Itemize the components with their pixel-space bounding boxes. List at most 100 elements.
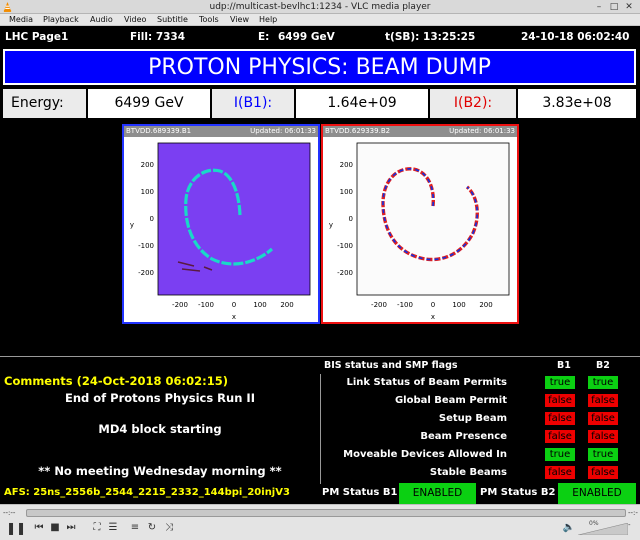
b2-xtick-neg200: -200 bbox=[371, 301, 387, 309]
b1-ytick-200: 200 bbox=[141, 161, 154, 169]
b1-ytick-neg200: -200 bbox=[138, 269, 154, 277]
b2-xtick-100: 100 bbox=[452, 301, 465, 309]
bis-flag-b1: false bbox=[545, 394, 575, 407]
playlist-icon[interactable]: ≡ bbox=[128, 521, 142, 535]
b2-ytick-neg100: -100 bbox=[337, 242, 353, 250]
shuffle-icon[interactable]: ⤨ bbox=[162, 521, 176, 535]
energy-header-value: 6499 GeV bbox=[278, 31, 335, 43]
extended-settings-icon[interactable]: ☰ bbox=[106, 521, 120, 535]
current-datetime: 24-10-18 06:02:40 bbox=[521, 31, 630, 43]
time-since-stable-beams: t(SB): 13:25:25 bbox=[385, 31, 476, 43]
b1-dump-screen-plot: BTVDD.689339.B1 Updated: 06:01:33 200 10… bbox=[122, 124, 320, 324]
maximize-icon[interactable]: □ bbox=[609, 2, 619, 12]
comment-line: MD4 block starting bbox=[98, 422, 222, 436]
b2-xtick-0: 0 bbox=[431, 301, 435, 309]
b2-plot-updated: Updated: 06:01:33 bbox=[449, 127, 515, 135]
bis-row-label: Setup Beam bbox=[438, 413, 507, 424]
fullscreen-icon[interactable]: ⛶ bbox=[90, 521, 104, 535]
menu-media[interactable]: Media bbox=[9, 14, 33, 26]
beam-mode-text: PROTON PHYSICS: BEAM DUMP bbox=[148, 55, 491, 80]
menu-subtitle[interactable]: Subtitle bbox=[157, 14, 188, 26]
comment-line: ** No meeting Wednesday morning ** bbox=[38, 464, 282, 478]
menu-playback[interactable]: Playback bbox=[43, 14, 79, 26]
bis-flag-b1: true bbox=[545, 376, 575, 389]
b1-xlabel: x bbox=[232, 313, 236, 321]
bis-b1-header: B1 bbox=[557, 360, 571, 371]
pm-status-b2-label: PM Status B2 bbox=[480, 487, 556, 498]
b1-plot-canvas: 200 100 0 -100 -200 -200 -100 0 100 200 … bbox=[130, 142, 311, 321]
b1-ytick-0: 0 bbox=[150, 215, 154, 223]
vlc-window: udp://multicast-bevlhc1:1234 - VLC media… bbox=[0, 0, 640, 540]
intensity-b2-label: I(B2): bbox=[430, 89, 516, 118]
b2-plot-title-bar: BTVDD.629339.B2 Updated: 06:01:33 bbox=[323, 126, 517, 137]
bis-flag-b2: true bbox=[588, 376, 618, 389]
bis-flag-b1: false bbox=[545, 412, 575, 425]
beam-mode-banner: PROTON PHYSICS: BEAM DUMP bbox=[3, 49, 636, 85]
b1-plot-updated: Updated: 06:01:33 bbox=[250, 127, 316, 135]
b1-plot-title: BTVDD.689339.B1 bbox=[126, 127, 192, 135]
menu-bar: Media Playback Audio Video Subtitle Tool… bbox=[0, 14, 640, 26]
bis-flag-b2: false bbox=[588, 430, 618, 443]
intensity-b1-label: I(B1): bbox=[212, 89, 294, 118]
afs-filling-scheme: AFS: 25ns_2556b_2544_2215_2332_144bpi_20… bbox=[4, 487, 290, 498]
seek-slider[interactable] bbox=[26, 509, 626, 517]
bis-title: BIS status and SMP flags bbox=[324, 360, 458, 371]
bis-b2-header: B2 bbox=[596, 360, 610, 371]
bis-flag-b1: true bbox=[545, 448, 575, 461]
b2-xlabel: x bbox=[431, 313, 435, 321]
b1-plot-area bbox=[157, 142, 311, 296]
bis-flag-b2: false bbox=[588, 466, 618, 479]
b2-ytick-200: 200 bbox=[340, 161, 353, 169]
bis-flag-b2: false bbox=[588, 394, 618, 407]
elapsed-time: --:-- bbox=[3, 509, 16, 517]
window-title: udp://multicast-bevlhc1:1234 - VLC media… bbox=[209, 2, 431, 12]
menu-help[interactable]: Help bbox=[259, 14, 277, 26]
b1-xtick-0: 0 bbox=[232, 301, 236, 309]
minimize-icon[interactable]: – bbox=[594, 2, 604, 12]
b1-xtick-100: 100 bbox=[253, 301, 266, 309]
b2-plot-title: BTVDD.629339.B2 bbox=[325, 127, 391, 135]
player-controls: --:-- --:-- ❚❚ ⏮ ■ ⏭ ⛶ ☰ ≡ ↻ ⤨ 🔈 0% bbox=[0, 504, 640, 540]
bis-flag-b1: false bbox=[545, 430, 575, 443]
bis-row-label: Stable Beams bbox=[429, 467, 507, 478]
intensity-b1-value: 1.64e+09 bbox=[296, 89, 428, 118]
volume-icon[interactable]: 🔈 bbox=[562, 521, 576, 535]
stop-icon[interactable]: ■ bbox=[48, 521, 62, 535]
b2-xtick-200: 200 bbox=[479, 301, 492, 309]
b2-ytick-neg200: -200 bbox=[337, 269, 353, 277]
comment-line: End of Protons Physics Run II bbox=[65, 391, 255, 405]
b2-dump-screen-plot: BTVDD.629339.B2 Updated: 06:01:33 200 10… bbox=[321, 124, 519, 324]
title-bar: udp://multicast-bevlhc1:1234 - VLC media… bbox=[0, 0, 640, 14]
bis-row-label: Beam Presence bbox=[420, 431, 507, 442]
b1-ytick-100: 100 bbox=[141, 188, 154, 196]
menu-view[interactable]: View bbox=[230, 14, 249, 26]
volume-slider[interactable] bbox=[578, 523, 628, 535]
bis-flag-b2: false bbox=[588, 412, 618, 425]
pm-status-b1-label: PM Status B1 bbox=[322, 487, 398, 498]
b2-plot-canvas: 200 100 0 -100 -200 -200 -100 0 100 200 … bbox=[329, 142, 510, 321]
column-divider bbox=[320, 374, 321, 484]
close-icon[interactable]: ✕ bbox=[624, 2, 634, 12]
loop-icon[interactable]: ↻ bbox=[145, 521, 159, 535]
next-icon[interactable]: ⏭ bbox=[64, 521, 78, 535]
b1-ylabel: y bbox=[130, 221, 134, 229]
menu-video[interactable]: Video bbox=[124, 14, 146, 26]
b2-plot-area bbox=[356, 142, 510, 296]
bis-flag-b2: true bbox=[588, 448, 618, 461]
page-name: LHC Page1 bbox=[5, 31, 69, 43]
b2-ytick-100: 100 bbox=[340, 188, 353, 196]
previous-icon[interactable]: ⏮ bbox=[32, 521, 46, 535]
menu-audio[interactable]: Audio bbox=[90, 14, 113, 26]
section-divider bbox=[0, 356, 640, 357]
energy-value: 6499 GeV bbox=[88, 89, 210, 118]
pm-status-b2-value: ENABLED bbox=[558, 483, 636, 504]
energy-header-label: E: bbox=[258, 31, 270, 43]
b2-xtick-neg100: -100 bbox=[397, 301, 413, 309]
pause-icon[interactable]: ❚❚ bbox=[6, 521, 26, 535]
b2-ylabel: y bbox=[329, 221, 333, 229]
b1-xtick-neg200: -200 bbox=[172, 301, 188, 309]
b2-ytick-0: 0 bbox=[349, 215, 353, 223]
energy-label: Energy: bbox=[3, 89, 86, 118]
b1-xtick-neg100: -100 bbox=[198, 301, 214, 309]
menu-tools[interactable]: Tools bbox=[199, 14, 219, 26]
